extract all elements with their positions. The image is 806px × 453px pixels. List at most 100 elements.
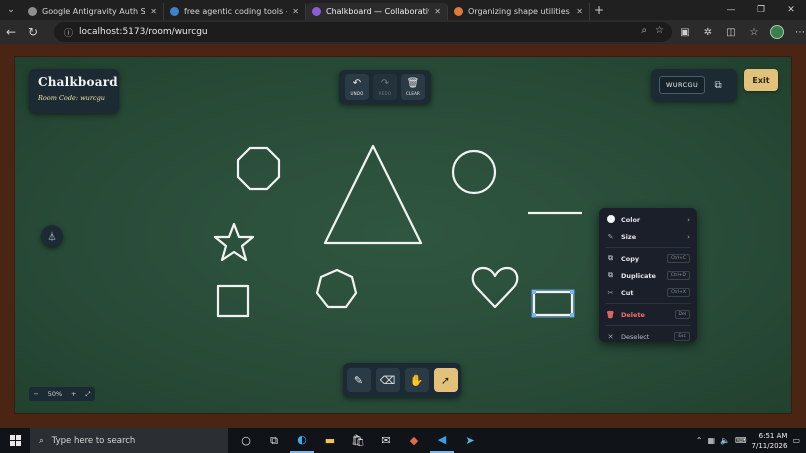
shape-context-menu: Color › ✎ Size › ⧉ Copy Ctrl+C ⧉ Duplica… — [599, 208, 697, 342]
heptagon-shape[interactable] — [315, 268, 358, 309]
notifications-icon[interactable]: ▭ — [792, 436, 800, 445]
extension-icon[interactable]: ▣ — [676, 22, 694, 42]
search-placeholder: Type here to search — [51, 435, 136, 446]
duplicate-icon: ⧉ — [608, 271, 613, 279]
back-icon[interactable]: ← — [0, 20, 22, 44]
hand-tool-button[interactable]: ✋ — [404, 368, 429, 392]
menu-item-deselect[interactable]: ✕ Deselect Esc — [599, 328, 697, 345]
clock-date: 7/11/2026 — [751, 441, 788, 450]
favorites-icon[interactable]: ☆ — [745, 22, 763, 42]
star-shape[interactable] — [213, 222, 255, 262]
browser-tab-3[interactable]: Chalkboard — Collaborative Real ✕ — [306, 3, 448, 20]
octagon-shape[interactable] — [236, 146, 281, 191]
browser-tabstrip: ⌄ Google Antigravity Auth Success ✕ free… — [0, 0, 806, 20]
git-app-icon[interactable]: ◆ — [402, 428, 426, 453]
rectangle-shape[interactable] — [532, 290, 574, 317]
vscode-icon[interactable]: ◀ — [430, 428, 454, 453]
tab-close-icon[interactable]: ✕ — [292, 7, 299, 16]
taskbar-search[interactable]: ⌕ Type here to search — [30, 428, 228, 453]
menu-item-copy[interactable]: ⧉ Copy Ctrl+C — [599, 250, 697, 267]
chalkboard-canvas[interactable]: Chalkboard Room Code: wurcgu ↶ UNDO ↷ RE… — [14, 56, 792, 414]
resize-handle[interactable] — [570, 290, 574, 294]
telegram-icon[interactable]: ➤ — [458, 428, 482, 453]
start-button[interactable] — [0, 428, 30, 453]
menu-item-color[interactable]: Color › — [599, 211, 697, 228]
shortcut-badge: Del — [674, 310, 690, 319]
menu-label: Color — [621, 215, 641, 224]
eraser-tool-button[interactable]: ⌫ — [375, 368, 400, 392]
minimize-icon[interactable]: — — [716, 0, 746, 20]
favorite-star-icon[interactable]: ☆ — [655, 25, 664, 36]
menu-label: Delete — [621, 310, 645, 319]
tray-chevron-icon[interactable]: ⌃ — [696, 436, 703, 445]
resize-handle[interactable] — [532, 290, 536, 294]
browser-tab-4[interactable]: Organizing shape utilities across ✕ — [448, 3, 590, 20]
heart-shape[interactable] — [471, 266, 519, 309]
clock[interactable]: 6:51 AM 7/11/2026 — [752, 431, 788, 451]
store-icon[interactable]: 🛍 — [346, 428, 370, 453]
maximize-icon[interactable]: ❐ — [746, 0, 776, 20]
select-tool-button[interactable]: ➚ — [433, 368, 458, 392]
menu-item-size[interactable]: ✎ Size › — [599, 228, 697, 245]
cortana-icon[interactable]: ○ — [234, 428, 258, 453]
zoom-in-button[interactable]: + — [71, 390, 76, 398]
zoom-out-button[interactable]: − — [33, 390, 38, 398]
chevron-right-icon: › — [687, 215, 690, 224]
zoom-control: − 50% + ⤢ — [29, 387, 95, 401]
menu-item-cut[interactable]: ✂ Cut Ctrl+X — [599, 284, 697, 301]
square-shape[interactable] — [216, 284, 250, 318]
shortcut-badge: Esc — [674, 332, 690, 341]
copy-icon: ⧉ — [608, 254, 613, 262]
menu-item-duplicate[interactable]: ⧉ Duplicate Ctrl+D — [599, 267, 697, 284]
tab-label: free agentic coding tools - Search — [184, 7, 287, 16]
menu-label: Copy — [621, 254, 640, 263]
edge-icon[interactable]: ◐ — [290, 428, 314, 453]
tab-close-icon[interactable]: ✕ — [576, 7, 583, 16]
fit-screen-icon[interactable]: ⤢ — [85, 390, 90, 399]
resize-handle[interactable] — [532, 313, 536, 317]
avatar — [770, 25, 784, 39]
tab-label: Organizing shape utilities across — [468, 7, 571, 16]
more-menu-icon[interactable]: ⋯ — [791, 22, 806, 42]
system-tray: ⌃ ▦ 🔈 ⌨ 6:51 AM 7/11/2026 ▭ — [696, 428, 800, 453]
selection-handles — [532, 290, 574, 317]
menu-item-delete[interactable]: 🗑 Delete Del — [599, 306, 697, 323]
site-info-icon[interactable]: ⓘ — [64, 26, 73, 39]
menu-divider — [605, 325, 691, 326]
browser-tab-2[interactable]: free agentic coding tools - Search ✕ — [164, 3, 306, 20]
task-view-icon[interactable]: ⧉ — [262, 428, 286, 453]
circle-shape[interactable] — [451, 149, 497, 195]
zoom-magnifier-icon[interactable]: ⌕ — [641, 25, 647, 36]
file-explorer-icon[interactable]: ▬ — [318, 428, 342, 453]
eraser-icon: ⌫ — [379, 373, 396, 387]
close-window-icon[interactable]: ✕ — [776, 0, 806, 20]
browser-tab-1[interactable]: Google Antigravity Auth Success ✕ — [22, 3, 164, 20]
new-tab-button[interactable]: + — [590, 3, 608, 17]
tab-favicon — [28, 7, 37, 16]
split-screen-icon[interactable]: ◫ — [722, 22, 740, 42]
tab-close-icon[interactable]: ✕ — [150, 7, 157, 16]
page-frame: Chalkboard Room Code: wurcgu ↶ UNDO ↷ RE… — [0, 44, 806, 428]
tab-favicon — [454, 7, 463, 16]
extensions-puzzle-icon[interactable]: ✲ — [699, 22, 717, 42]
shortcut-badge: Ctrl+D — [666, 271, 690, 280]
address-bar[interactable]: ⓘ localhost:5173/room/wurcgu ⌕ ☆ — [54, 22, 672, 42]
shortcut-badge: Ctrl+X — [667, 288, 690, 297]
menu-divider — [605, 303, 691, 304]
drawing-tools: ✎ ⌫ ✋ ➚ — [343, 363, 461, 397]
shortcut-badge: Ctrl+C — [667, 254, 690, 263]
profile-avatar[interactable] — [768, 22, 786, 42]
pen-tool-button[interactable]: ✎ — [346, 368, 371, 392]
reload-icon[interactable]: ↻ — [22, 20, 44, 44]
triangle-shape[interactable] — [323, 144, 423, 245]
window-controls: — ❐ ✕ — [716, 0, 806, 20]
resize-handle[interactable] — [570, 313, 574, 317]
network-icon[interactable]: ▦ — [707, 436, 715, 445]
keyboard-icon[interactable]: ⌨ — [735, 436, 747, 445]
volume-icon[interactable]: 🔈 — [720, 436, 730, 445]
tab-favicon — [312, 7, 321, 16]
menu-label: Duplicate — [621, 271, 656, 280]
tab-close-icon[interactable]: ✕ — [434, 7, 441, 16]
tab-list-icon[interactable]: ⌄ — [0, 0, 22, 20]
mail-icon[interactable]: ✉ — [374, 428, 398, 453]
